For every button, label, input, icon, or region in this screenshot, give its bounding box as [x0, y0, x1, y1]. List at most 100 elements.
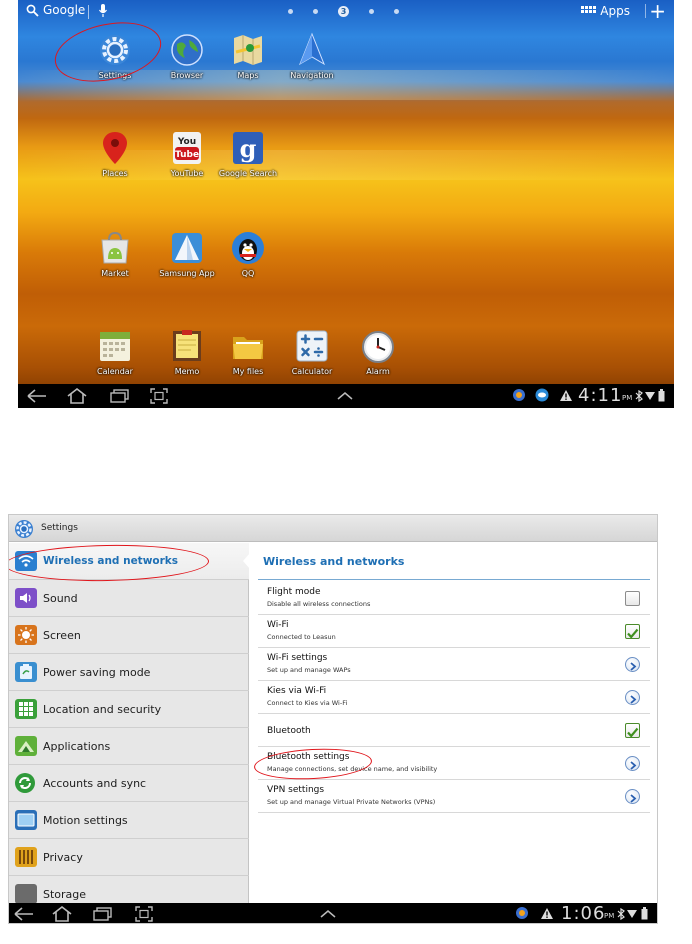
back-icon[interactable] — [26, 388, 48, 404]
app-label: Places — [102, 169, 128, 178]
page-dot[interactable] — [369, 9, 374, 14]
sidebar-item-label: Power saving mode — [43, 666, 151, 679]
sidebar-item-accounts-and-sync[interactable]: Accounts and sync — [9, 765, 249, 802]
home-icon[interactable] — [51, 906, 73, 922]
recent-apps-icon[interactable] — [93, 906, 113, 922]
app-alarm[interactable]: Alarm — [341, 328, 415, 376]
setting-subtitle: Set up and manage WAPs — [267, 666, 351, 674]
setting-title: Flight mode — [267, 587, 321, 597]
svg-text:g: g — [240, 134, 257, 163]
speaker-icon — [15, 588, 37, 608]
sidebar-item-applications[interactable]: Applications — [9, 728, 249, 765]
app-navigation[interactable]: Navigation — [275, 32, 349, 80]
setting-title: Wi-Fi — [267, 620, 289, 630]
page-dot[interactable] — [313, 9, 318, 14]
current-page-dot[interactable]: 3 — [338, 6, 349, 17]
chevron-right-icon — [630, 794, 637, 803]
google-search-button[interactable]: Google — [26, 3, 85, 17]
back-icon[interactable] — [13, 906, 35, 922]
battery-saver-icon — [15, 662, 37, 682]
app-places[interactable]: Places — [78, 130, 152, 178]
sidebar-item-label: Location and security — [43, 703, 162, 716]
sidebar-item-sound[interactable]: Sound — [9, 580, 249, 617]
app-calculator[interactable]: Calculator — [275, 328, 349, 376]
brightness-icon — [15, 625, 37, 645]
sidebar-item-screen[interactable]: Screen — [9, 617, 249, 654]
youtube-icon: You Tube — [173, 132, 201, 164]
sidebar-item-privacy[interactable]: Privacy — [9, 839, 249, 876]
sidebar-item-label: Storage — [43, 888, 87, 901]
chevron-up-icon[interactable] — [319, 909, 337, 919]
app-label: Google Search — [218, 169, 278, 178]
status-clock[interactable]: 1:06 — [561, 903, 605, 923]
warning-icon[interactable] — [559, 389, 573, 402]
battery-icon — [658, 389, 665, 402]
setting-subtitle: Connect to Kies via Wi-Fi — [267, 699, 348, 707]
page-dot[interactable] — [394, 9, 399, 14]
screenshot-icon[interactable] — [135, 906, 153, 922]
voice-search-button[interactable] — [98, 3, 108, 23]
notification-app-icon[interactable] — [515, 906, 529, 920]
setting-row-wifi-settings[interactable]: Wi-Fi settings Set up and manage WAPs — [258, 648, 650, 681]
vpn-settings-arrow-button[interactable] — [625, 789, 640, 804]
apps-button[interactable]: Apps — [581, 4, 630, 18]
setting-row-vpn-settings[interactable]: VPN settings Set up and manage Virtual P… — [258, 780, 650, 813]
google-search-icon: g — [233, 132, 263, 164]
bluetooth-settings-arrow-button[interactable] — [625, 756, 640, 771]
sidebar-item-location-and-security[interactable]: Location and security — [9, 691, 249, 728]
notification-chat-icon[interactable] — [534, 388, 550, 402]
sidebar-item-motion-settings[interactable]: Motion settings — [9, 802, 249, 839]
search-icon — [26, 4, 39, 17]
checkmark-icon — [627, 727, 639, 738]
setting-row-bluetooth[interactable]: Bluetooth — [258, 714, 650, 747]
status-clock[interactable]: 4:11 — [578, 385, 622, 406]
app-google-search[interactable]: g Google Search — [211, 130, 285, 178]
battery-icon — [641, 907, 648, 920]
selection-indicator — [243, 553, 250, 569]
bluetooth-checkbox[interactable] — [625, 723, 640, 738]
apps-grid-icon — [581, 6, 597, 13]
app-my-files[interactable]: My files — [211, 328, 285, 376]
setting-row-wifi[interactable]: Wi-Fi Connected to Leasun — [258, 615, 650, 648]
sidebar-item-label: Sound — [43, 592, 78, 605]
folder-icon — [233, 337, 263, 359]
app-label: Calendar — [97, 367, 133, 376]
kies-arrow-button[interactable] — [625, 690, 640, 705]
app-label: Navigation — [290, 71, 334, 80]
calculator-icon — [296, 330, 328, 362]
app-calendar[interactable]: Calendar — [78, 328, 152, 376]
app-label: Calculator — [291, 367, 333, 376]
wifi-settings-arrow-button[interactable] — [625, 657, 640, 672]
flight-mode-checkbox[interactable] — [625, 591, 640, 606]
wifi-checkbox[interactable] — [625, 624, 640, 639]
app-market[interactable]: Market — [78, 230, 152, 278]
chevron-right-icon — [630, 761, 637, 770]
screenshot-icon[interactable] — [150, 388, 168, 404]
status-ampm: PM — [604, 912, 615, 920]
settings-detail-pane: Wireless and networks Flight mode Disabl… — [250, 543, 657, 903]
svg-text:Tube: Tube — [175, 150, 199, 160]
storage-card-icon — [15, 884, 37, 904]
recent-apps-icon[interactable] — [110, 388, 130, 404]
home-icon[interactable] — [66, 388, 88, 404]
app-qq[interactable]: QQ — [211, 230, 285, 278]
app-label: Maps — [237, 71, 259, 80]
sync-icon — [15, 773, 35, 793]
sidebar-item-power-saving-mode[interactable]: Power saving mode — [9, 654, 249, 691]
sidebar-item-label: Motion settings — [43, 814, 128, 827]
samsung-app-icon — [172, 233, 202, 263]
setting-row-flight-mode[interactable]: Flight mode Disable all wireless connect… — [258, 582, 650, 615]
add-widget-button[interactable]: + — [649, 0, 666, 22]
setting-row-kies-via-wifi[interactable]: Kies via Wi-Fi Connect to Kies via Wi-Fi — [258, 681, 650, 714]
status-ampm: PM — [622, 394, 633, 402]
page-dot[interactable] — [288, 9, 293, 14]
system-navigation-bar: 4:11 PM — [18, 384, 674, 408]
setting-subtitle: Set up and manage Virtual Private Networ… — [267, 798, 436, 806]
chevron-up-icon[interactable] — [336, 391, 354, 401]
app-label: My files — [232, 367, 264, 376]
detail-header: Wireless and networks — [263, 555, 405, 568]
notification-app-icon[interactable] — [512, 388, 526, 402]
app-maps[interactable]: Maps — [211, 32, 285, 80]
setting-title: VPN settings — [267, 785, 325, 795]
warning-icon[interactable] — [540, 907, 554, 920]
